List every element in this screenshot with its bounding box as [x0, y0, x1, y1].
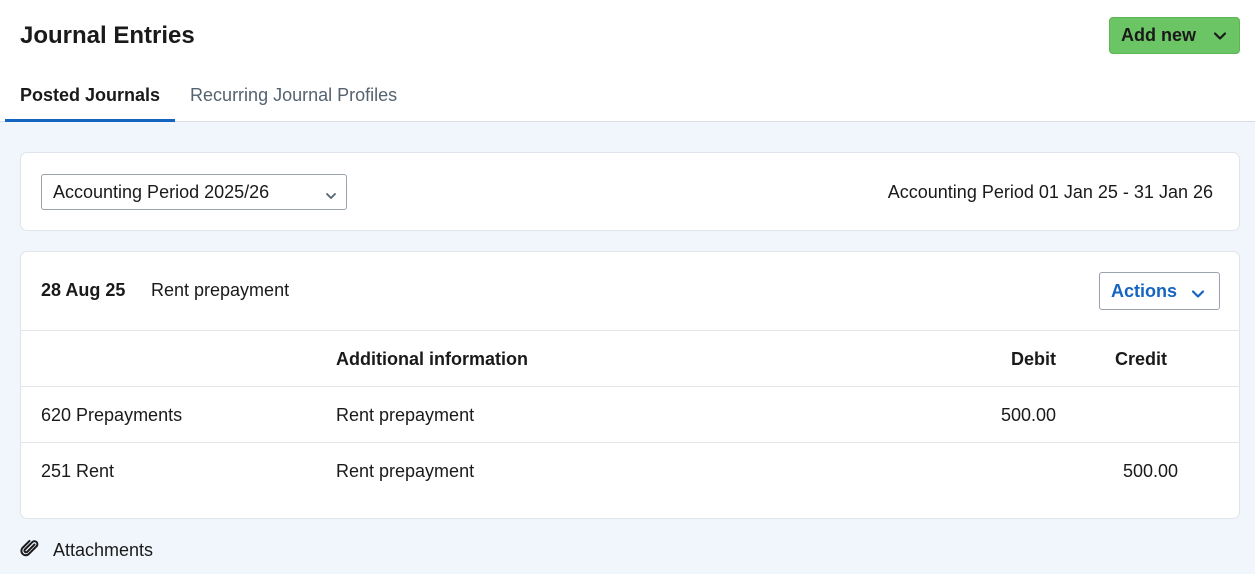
add-new-button[interactable]: Add new	[1109, 17, 1240, 54]
add-new-label: Add new	[1121, 25, 1196, 45]
tab-bar: Posted Journals Recurring Journal Profil…	[5, 78, 412, 122]
column-header-credit: Credit	[1115, 349, 1168, 369]
table-row: 251 Rent Rent prepayment 500.00	[21, 443, 1239, 499]
column-header-debit: Debit	[1011, 349, 1056, 369]
paperclip-icon	[20, 538, 40, 563]
page-title: Journal Entries	[20, 22, 195, 49]
actions-label: Actions	[1111, 280, 1178, 301]
accounting-period-range: Accounting Period 01 Jan 25 - 31 Jan 26	[887, 182, 1213, 202]
tab-posted-journals[interactable]: Posted Journals	[5, 78, 176, 122]
accounting-period-selected: Accounting Period 2025/26	[53, 181, 270, 202]
table-header-row: Additional information Debit Credit	[21, 331, 1239, 387]
actions-button[interactable]: Actions	[1099, 272, 1220, 310]
journal-entry-card: 28 Aug 25 Rent prepayment Actions Additi…	[20, 251, 1240, 519]
cell-additional-information: Rent prepayment	[336, 461, 475, 481]
cell-additional-information: Rent prepayment	[336, 405, 475, 425]
cell-credit: 500.00	[1122, 461, 1178, 481]
accounting-period-card: Accounting Period 2025/26 Accounting Per…	[20, 152, 1240, 231]
cell-account: 620 Prepayments	[41, 405, 183, 425]
table-row: 620 Prepayments Rent prepayment 500.00	[21, 387, 1239, 443]
accounting-period-select[interactable]: Accounting Period 2025/26	[41, 174, 347, 210]
chevron-down-icon	[1191, 285, 1205, 306]
journal-entry-header: 28 Aug 25 Rent prepayment Actions	[21, 252, 1239, 331]
page-header: Journal Entries Add new Posted Journals …	[0, 0, 1255, 122]
cell-debit: 500.00	[1000, 405, 1056, 425]
attachments-label: Attachments	[53, 539, 154, 560]
tab-recurring-journal-profiles[interactable]: Recurring Journal Profiles	[175, 78, 412, 122]
journal-description: Rent prepayment	[151, 280, 290, 300]
cell-account: 251 Rent	[41, 461, 115, 481]
column-header-additional-information: Additional information	[336, 349, 528, 369]
chevron-down-icon	[325, 186, 337, 207]
journal-date: 28 Aug 25	[41, 280, 126, 300]
chevron-down-icon	[1213, 27, 1227, 48]
attachments-link[interactable]: Attachments	[20, 538, 153, 562]
